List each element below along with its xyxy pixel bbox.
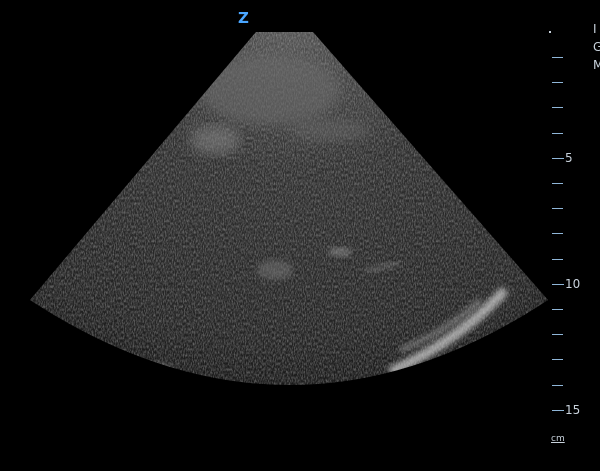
side-text-1: I — [593, 22, 597, 36]
scale-tick — [552, 82, 563, 84]
scale-tick — [552, 157, 564, 159]
scale-tick — [552, 334, 563, 336]
depth-scale: 5 10 15 — [546, 26, 586, 456]
scale-tick — [552, 183, 563, 184]
scale-tick — [552, 309, 563, 310]
scale-tick — [552, 359, 563, 361]
scale-tick — [552, 57, 563, 58]
orientation-marker-icon: Z — [238, 9, 249, 27]
scale-tick-label: 5 — [565, 150, 573, 165]
scale-tick-label: 15 — [565, 402, 581, 417]
scale-tick — [552, 384, 563, 386]
ultrasound-image — [0, 0, 600, 471]
scale-tick — [552, 409, 564, 411]
side-text-2: G — [593, 40, 600, 54]
scale-tick — [552, 233, 563, 235]
scale-tick — [552, 132, 563, 134]
depth-unit: cm — [551, 434, 565, 444]
scale-tick — [552, 283, 564, 285]
scale-tick — [552, 208, 563, 210]
scale-tick — [552, 258, 563, 260]
scale-tick-label: 10 — [565, 276, 581, 291]
side-text-3: M — [593, 58, 600, 72]
scale-tick — [552, 107, 563, 109]
